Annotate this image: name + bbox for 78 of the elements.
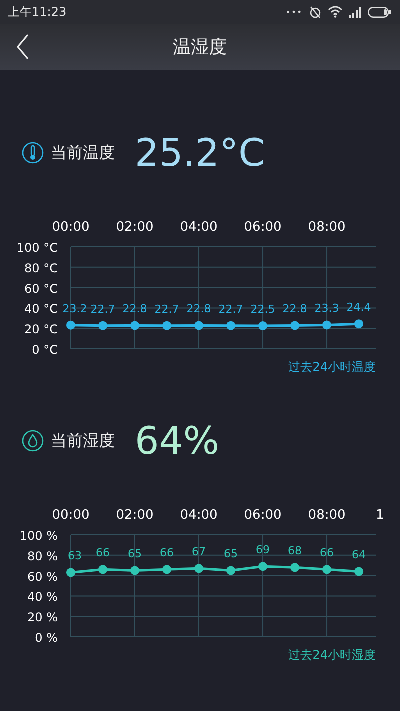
x-axis-label: 06:00 xyxy=(244,220,282,235)
data-point xyxy=(130,321,140,330)
data-point xyxy=(290,321,300,330)
data-point xyxy=(322,320,332,330)
data-label: 69 xyxy=(256,544,270,557)
thermometer-icon xyxy=(22,142,44,164)
y-axis-label: 40 % xyxy=(28,590,58,604)
x-axis-label: 04:00 xyxy=(180,220,218,235)
data-point xyxy=(130,566,140,576)
data-label: 67 xyxy=(192,546,206,559)
data-label: 66 xyxy=(96,546,110,560)
data-label: 22.7 xyxy=(154,302,180,316)
reading-label: 当前温度 xyxy=(51,142,115,164)
y-axis-label: 100 °C xyxy=(16,241,58,255)
y-axis-label: 40 °C xyxy=(24,302,58,316)
y-axis-label: 100 % xyxy=(20,529,58,543)
x-axis-label: 02:00 xyxy=(116,220,154,235)
reading-value: 64% xyxy=(135,419,220,463)
chart-caption: 过去24小时湿度 xyxy=(288,648,376,662)
data-label: 22.8 xyxy=(122,302,148,316)
y-axis-label: 20 °C xyxy=(24,322,58,337)
x-axis-label: 08:00 xyxy=(308,508,346,523)
reading-value: 25.2°C xyxy=(135,131,266,175)
y-axis-label: 80 °C xyxy=(24,261,58,276)
y-axis-label: 60 % xyxy=(28,570,58,584)
y-axis-label: 60 °C xyxy=(24,282,58,296)
data-point xyxy=(66,320,76,330)
data-label: 63 xyxy=(68,550,82,563)
x-axis-label: 04:00 xyxy=(180,508,218,523)
signal-icon xyxy=(349,6,362,18)
y-axis-label: 20 % xyxy=(28,610,58,625)
more-dots: ••• xyxy=(286,8,303,16)
data-point xyxy=(98,321,108,330)
data-point xyxy=(226,321,236,330)
data-label: 22.8 xyxy=(282,302,308,316)
data-point xyxy=(226,566,236,576)
data-point xyxy=(66,568,76,578)
water-drop-icon xyxy=(22,430,44,452)
data-point xyxy=(162,321,172,330)
data-label: 64 xyxy=(352,548,366,562)
page-title: 温湿度 xyxy=(173,36,227,59)
data-point xyxy=(322,565,332,574)
data-label: 66 xyxy=(320,546,334,560)
x-axis-label: 00:00 xyxy=(52,220,90,235)
data-label: 68 xyxy=(288,544,302,558)
data-point xyxy=(354,320,364,329)
data-label: 65 xyxy=(128,548,142,561)
data-label: 24.4 xyxy=(346,301,372,314)
y-axis-label: 0 °C xyxy=(32,343,58,357)
data-label: 22.7 xyxy=(218,302,244,316)
reading-label: 当前湿度 xyxy=(51,430,115,452)
data-point xyxy=(194,564,204,574)
data-point xyxy=(354,567,364,576)
status-time: 上午11:23 xyxy=(8,4,67,20)
data-point xyxy=(290,563,300,572)
x-axis-label: 02:00 xyxy=(116,508,154,523)
wifi-icon xyxy=(328,6,343,18)
data-label: 65 xyxy=(224,548,238,561)
data-point xyxy=(258,562,268,572)
data-point xyxy=(162,565,172,574)
data-label: 22.5 xyxy=(250,303,276,316)
x-axis-label: 1 xyxy=(376,508,384,523)
battery-icon xyxy=(368,6,392,18)
data-point xyxy=(258,322,268,331)
x-axis-label: 08:00 xyxy=(308,220,346,235)
data-point xyxy=(194,321,204,330)
x-axis-label: 06:00 xyxy=(244,508,282,523)
y-axis-label: 0 % xyxy=(35,631,58,645)
chart-caption: 过去24小时温度 xyxy=(288,360,376,374)
data-label: 66 xyxy=(160,546,174,560)
data-point xyxy=(98,565,108,574)
alarm-off-icon xyxy=(309,6,322,18)
data-label: 23.3 xyxy=(314,302,340,316)
data-label: 22.8 xyxy=(186,302,212,316)
data-label: 23.2 xyxy=(62,302,88,316)
data-label: 22.7 xyxy=(90,302,116,316)
x-axis-label: 00:00 xyxy=(52,508,90,523)
y-axis-label: 80 % xyxy=(28,549,58,564)
